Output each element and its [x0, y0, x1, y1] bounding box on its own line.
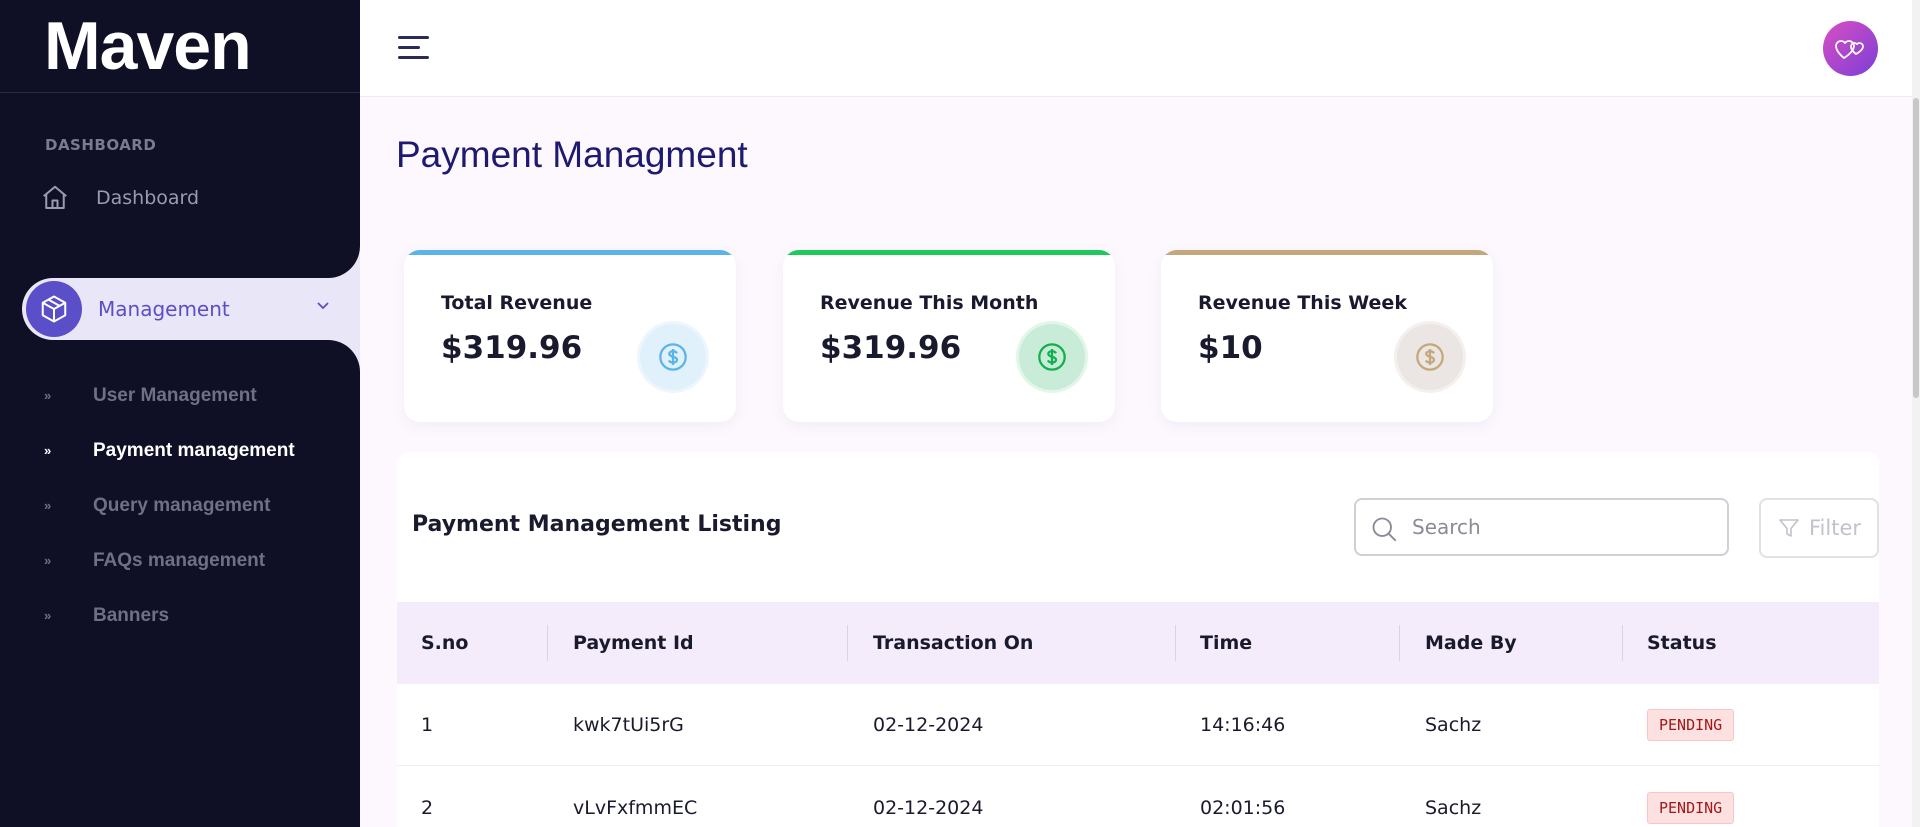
sidebar-item-label: Management: [98, 297, 230, 321]
cell-made-by: Sachz: [1425, 797, 1482, 819]
card-value: $319.96: [820, 330, 962, 366]
cell-status: PENDING: [1647, 684, 1735, 766]
cell-sno: 1: [421, 714, 434, 736]
section-label: DASHBOARD: [45, 136, 157, 154]
chevron-double-right-icon: »: [44, 553, 52, 568]
submenu: » User Management » Payment management »…: [44, 368, 295, 643]
hearts-icon: [1834, 39, 1864, 59]
card-label: Revenue This Week: [1198, 292, 1407, 314]
filter-label: Filter: [1808, 516, 1861, 540]
cell-payment-id: vLvFxfmmEC: [573, 797, 698, 819]
top-bar: [360, 0, 1920, 97]
logo[interactable]: Maven: [44, 7, 252, 85]
sidebar-item-management-wrap: Management: [0, 238, 360, 380]
logo-bar: Maven: [0, 0, 360, 93]
listing-panel: Payment Management Listing Filter S.no P…: [397, 452, 1879, 827]
sidebar-item-dashboard[interactable]: Dashboard: [40, 180, 199, 216]
card-value: $10: [1198, 330, 1263, 366]
card-accent-line: [1161, 250, 1493, 255]
cell-transaction-on: 02-12-2024: [873, 714, 984, 736]
chevron-down-icon[interactable]: [316, 299, 330, 315]
sidebar: Maven DASHBOARD Dashboard Management » U…: [0, 0, 360, 827]
filter-icon: [1779, 519, 1799, 537]
avatar[interactable]: [1823, 21, 1878, 76]
chevron-double-right-icon: »: [44, 443, 52, 458]
stat-card-revenue-week: Revenue This Week $10: [1161, 250, 1493, 422]
table-row[interactable]: 2 vLvFxfmmEC 02-12-2024 02:01:56 Sachz P…: [397, 767, 1879, 827]
cell-time: 14:16:46: [1200, 714, 1286, 736]
sidebar-item-query-management[interactable]: » Query management: [44, 478, 295, 533]
column-header[interactable]: Payment Id: [573, 602, 694, 684]
cell-payment-id: kwk7tUi5rG: [573, 714, 684, 736]
status-badge: PENDING: [1647, 709, 1735, 741]
card-accent-line: [404, 250, 736, 255]
chevron-double-right-icon: »: [44, 608, 52, 623]
column-header[interactable]: Time: [1200, 602, 1252, 684]
sidebar-item-label: User Management: [93, 384, 257, 406]
column-header[interactable]: S.no: [421, 602, 468, 684]
cell-status: PENDING: [1647, 767, 1735, 827]
stat-card-revenue-month: Revenue This Month $319.96: [783, 250, 1115, 422]
chevron-double-right-icon: »: [44, 498, 52, 513]
box-icon: [26, 281, 82, 337]
card-value: $319.96: [441, 330, 583, 366]
page-title: Payment Managment: [396, 134, 748, 175]
card-label: Revenue This Month: [820, 292, 1039, 314]
column-header[interactable]: Made By: [1425, 602, 1517, 684]
cell-made-by: Sachz: [1425, 714, 1482, 736]
card-label: Total Revenue: [441, 292, 593, 314]
chevron-double-right-icon: »: [44, 388, 52, 403]
dollar-circle-icon: [1397, 324, 1463, 390]
listing-title: Payment Management Listing: [412, 512, 782, 537]
sidebar-item-label: Payment management: [93, 439, 295, 461]
search-input[interactable]: [1412, 515, 1702, 539]
table-header: S.no Payment Id Transaction On Time Made…: [397, 602, 1879, 684]
sidebar-item-payment-management[interactable]: » Payment management: [44, 423, 295, 478]
sidebar-item-label: Query management: [93, 494, 271, 516]
sidebar-item-user-management[interactable]: » User Management: [44, 368, 295, 423]
column-header[interactable]: Status: [1647, 602, 1717, 684]
dollar-circle-icon: [640, 324, 706, 390]
search-icon: [1372, 517, 1397, 542]
cell-sno: 2: [421, 797, 434, 819]
sidebar-item-faqs-management[interactable]: » FAQs management: [44, 533, 295, 588]
home-icon: [43, 185, 67, 209]
card-accent-line: [783, 250, 1115, 255]
scrollbar-thumb[interactable]: [1913, 98, 1919, 398]
column-header[interactable]: Transaction On: [873, 602, 1033, 684]
hamburger-icon[interactable]: [398, 36, 429, 60]
status-badge: PENDING: [1647, 792, 1735, 824]
filter-button[interactable]: Filter: [1759, 498, 1879, 558]
cell-time: 02:01:56: [1200, 797, 1286, 819]
sidebar-item-label: Dashboard: [96, 187, 200, 209]
search-box[interactable]: [1354, 498, 1729, 556]
sidebar-item-banners[interactable]: » Banners: [44, 588, 295, 643]
page-scrollbar[interactable]: [1912, 0, 1920, 827]
sidebar-item-label: Banners: [93, 604, 170, 626]
stat-card-total-revenue: Total Revenue $319.96: [404, 250, 736, 422]
table-row[interactable]: 1 kwk7tUi5rG 02-12-2024 14:16:46 Sachz P…: [397, 684, 1879, 766]
dollar-circle-icon: [1019, 324, 1085, 390]
cell-transaction-on: 02-12-2024: [873, 797, 984, 819]
sidebar-item-management[interactable]: Management: [22, 278, 360, 340]
sidebar-item-label: FAQs management: [93, 549, 266, 571]
